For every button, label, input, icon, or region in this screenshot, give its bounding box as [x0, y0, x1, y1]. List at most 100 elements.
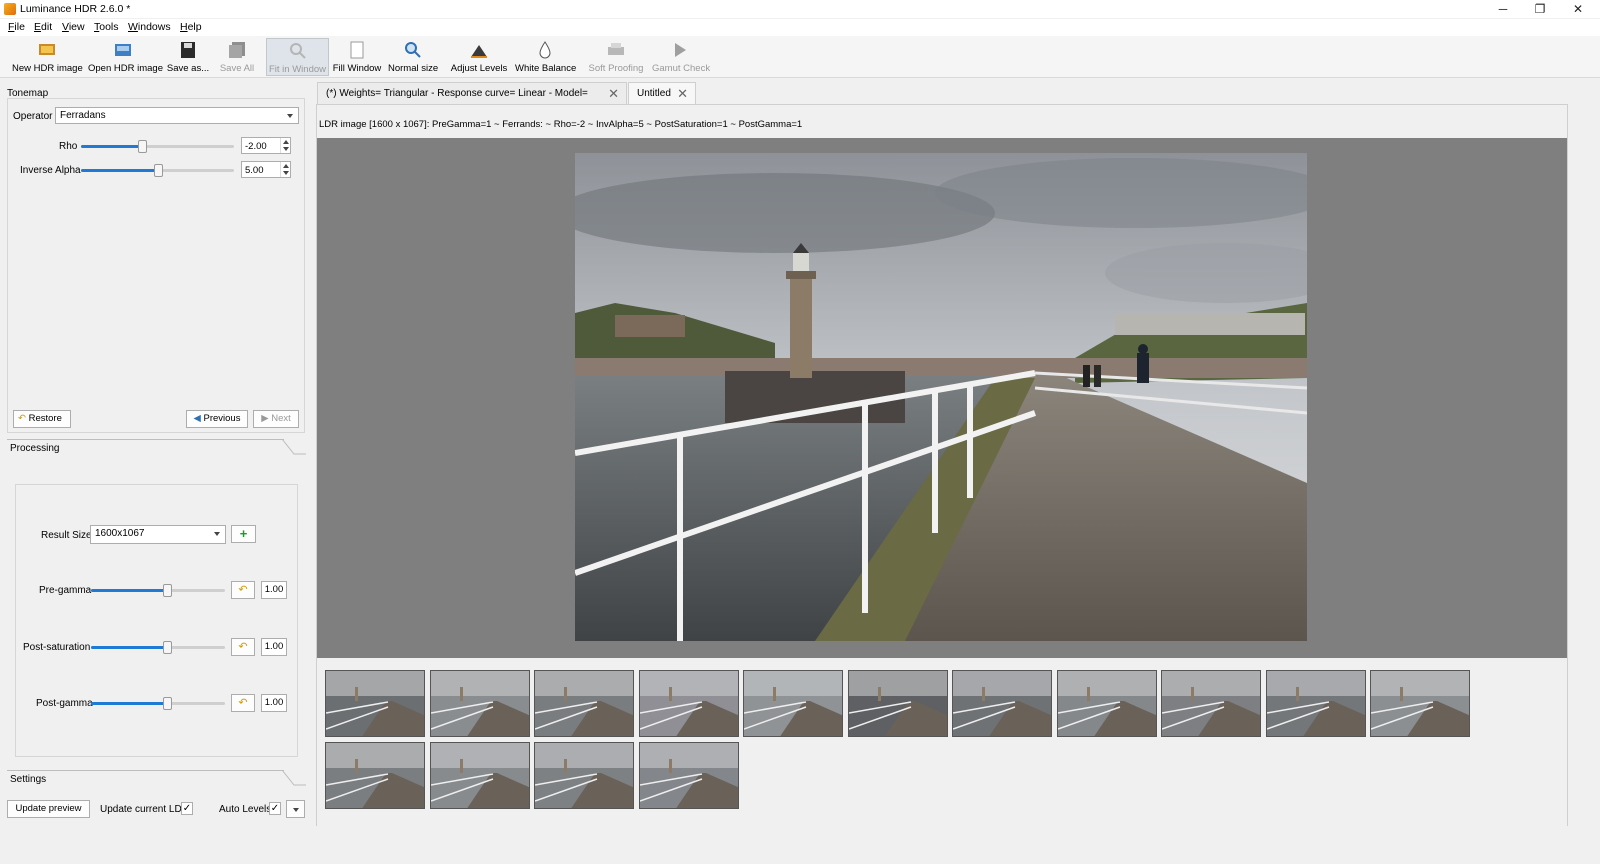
settings-title[interactable]: Settings: [10, 774, 46, 792]
tab-untitled[interactable]: Untitled ✕: [628, 82, 696, 105]
next-button[interactable]: ▶ Next: [253, 410, 299, 428]
add-size-button[interactable]: +: [231, 525, 256, 543]
rho-slider[interactable]: [81, 140, 234, 153]
rho-spinbox[interactable]: -2.00: [241, 137, 291, 154]
auto-levels-checkbox[interactable]: ✓: [269, 802, 281, 815]
fit-in-window-button[interactable]: Fit in Window: [266, 38, 329, 76]
save-as-button[interactable]: Save as...: [164, 38, 212, 76]
preset-thumbnail[interactable]: [325, 670, 425, 737]
white-balance-icon: [539, 41, 551, 59]
thumbnail-image: [1371, 671, 1469, 736]
operator-dropdown[interactable]: Ferradans: [55, 107, 299, 124]
preset-thumbnail[interactable]: [847, 670, 948, 737]
preset-thumbnail[interactable]: [534, 742, 634, 809]
result-size-value: 1600x1067: [95, 528, 145, 539]
zoom-icon: [405, 42, 421, 58]
gamut-check-button[interactable]: Gamut Check: [652, 38, 710, 76]
preset-thumbnail[interactable]: [429, 742, 530, 809]
menu-file[interactable]: File: [8, 21, 25, 33]
result-size-dropdown[interactable]: 1600x1067: [90, 525, 226, 544]
minimize-button[interactable]: ─: [1485, 0, 1521, 18]
preset-thumbnail[interactable]: [952, 670, 1052, 737]
menu-help[interactable]: Help: [180, 21, 202, 33]
post-saturation-slider-handle[interactable]: [163, 641, 173, 654]
preset-thumbnail[interactable]: [325, 742, 425, 809]
undo-icon: ↶: [18, 413, 26, 424]
post-gamma-slider-handle[interactable]: [163, 697, 173, 710]
preset-thumbnail[interactable]: [743, 670, 843, 737]
preset-thumbnail[interactable]: [429, 670, 530, 737]
pre-gamma-slider[interactable]: [91, 584, 225, 597]
maximize-button[interactable]: ❐: [1522, 0, 1558, 18]
post-gamma-reset-button[interactable]: ↶: [231, 694, 255, 712]
update-preview-button[interactable]: Update preview: [7, 800, 90, 818]
close-window-button[interactable]: ✕: [1560, 0, 1596, 18]
thumbnail-image: [430, 671, 529, 736]
close-icon[interactable]: ✕: [608, 83, 619, 104]
result-size-label: Result Size: [41, 530, 92, 541]
spin-arrows-icon[interactable]: [280, 162, 290, 177]
chevron-down-icon: [287, 114, 293, 118]
pre-gamma-slider-handle[interactable]: [163, 584, 173, 597]
rho-value: -2.00: [245, 141, 267, 152]
restore-button[interactable]: ↶ Restore: [13, 410, 71, 428]
preset-thumbnail[interactable]: [1265, 670, 1366, 737]
settings-divider: [7, 770, 284, 771]
new-hdr-button[interactable]: New HDR image: [12, 38, 83, 76]
post-saturation-value[interactable]: 1.00: [261, 638, 287, 656]
adjust-levels-button[interactable]: Adjust Levels: [450, 38, 508, 76]
spin-arrows-icon[interactable]: [280, 138, 290, 153]
processing-divider: [7, 439, 284, 440]
menu-view[interactable]: View: [62, 21, 85, 33]
post-gamma-slider[interactable]: [91, 697, 225, 710]
pre-gamma-value[interactable]: 1.00: [261, 581, 287, 599]
previous-button[interactable]: ◀ Previous: [186, 410, 248, 428]
main-toolbar: New HDR image Open HDR image Save as... …: [0, 36, 1600, 78]
pre-gamma-label: Pre-gamma: [39, 585, 92, 596]
preset-thumbnail[interactable]: [1370, 670, 1470, 737]
rho-slider-handle[interactable]: [138, 140, 148, 153]
normal-size-button[interactable]: Normal size: [388, 38, 438, 76]
auto-levels-options-button[interactable]: [286, 800, 305, 818]
section-corner: [282, 439, 306, 455]
ldr-preview-image[interactable]: [575, 153, 1307, 641]
preset-thumbnail[interactable]: [1161, 670, 1261, 737]
soft-proofing-button[interactable]: Soft Proofing: [588, 38, 644, 76]
menu-tools[interactable]: Tools: [94, 21, 119, 33]
white-balance-button[interactable]: White Balance: [515, 38, 576, 76]
update-ldr-label: Update current LDR: [100, 804, 189, 815]
post-saturation-reset-button[interactable]: ↶: [231, 638, 255, 656]
levels-icon: [471, 45, 487, 58]
post-saturation-label: Post-saturation: [23, 642, 91, 653]
open-hdr-button[interactable]: Open HDR image: [88, 38, 163, 76]
preset-thumbnail[interactable]: [1056, 670, 1157, 737]
processing-title[interactable]: Processing: [10, 443, 59, 461]
update-ldr-checkbox[interactable]: ✓: [181, 802, 193, 815]
menu-bar: File Edit View Tools Windows Help: [0, 19, 1600, 36]
inverse-alpha-spinbox[interactable]: 5.00: [241, 161, 291, 178]
inverse-alpha-slider-handle[interactable]: [153, 164, 163, 177]
tab-hdr-image[interactable]: (*) Weights= Triangular - Response curve…: [317, 82, 627, 120]
operator-value: Ferradans: [60, 110, 106, 121]
menu-windows[interactable]: Windows: [128, 21, 171, 33]
thumbnail-image: [430, 743, 529, 808]
preset-thumbnail[interactable]: [638, 670, 739, 737]
inverse-alpha-slider[interactable]: [81, 164, 234, 177]
post-saturation-slider[interactable]: [91, 641, 225, 654]
post-gamma-value[interactable]: 1.00: [261, 694, 287, 712]
new-hdr-icon: [39, 44, 55, 55]
rho-label: Rho: [59, 141, 78, 152]
fill-window-button[interactable]: Fill Window: [332, 38, 382, 76]
thumbnail-image: [326, 671, 424, 736]
close-icon[interactable]: ✕: [677, 83, 688, 104]
pre-gamma-reset-button[interactable]: ↶: [231, 581, 255, 599]
rho-slider-fill: [81, 145, 143, 148]
arrow-right-icon: ▶: [261, 413, 269, 424]
preset-thumbnail[interactable]: [638, 742, 739, 809]
save-all-button[interactable]: Save All: [216, 38, 258, 76]
post-saturation-slider-fill: [91, 646, 168, 649]
thumbnail-image: [1266, 671, 1365, 736]
menu-edit[interactable]: Edit: [34, 21, 52, 33]
pier-photo: [575, 153, 1307, 641]
preset-thumbnail[interactable]: [534, 670, 634, 737]
